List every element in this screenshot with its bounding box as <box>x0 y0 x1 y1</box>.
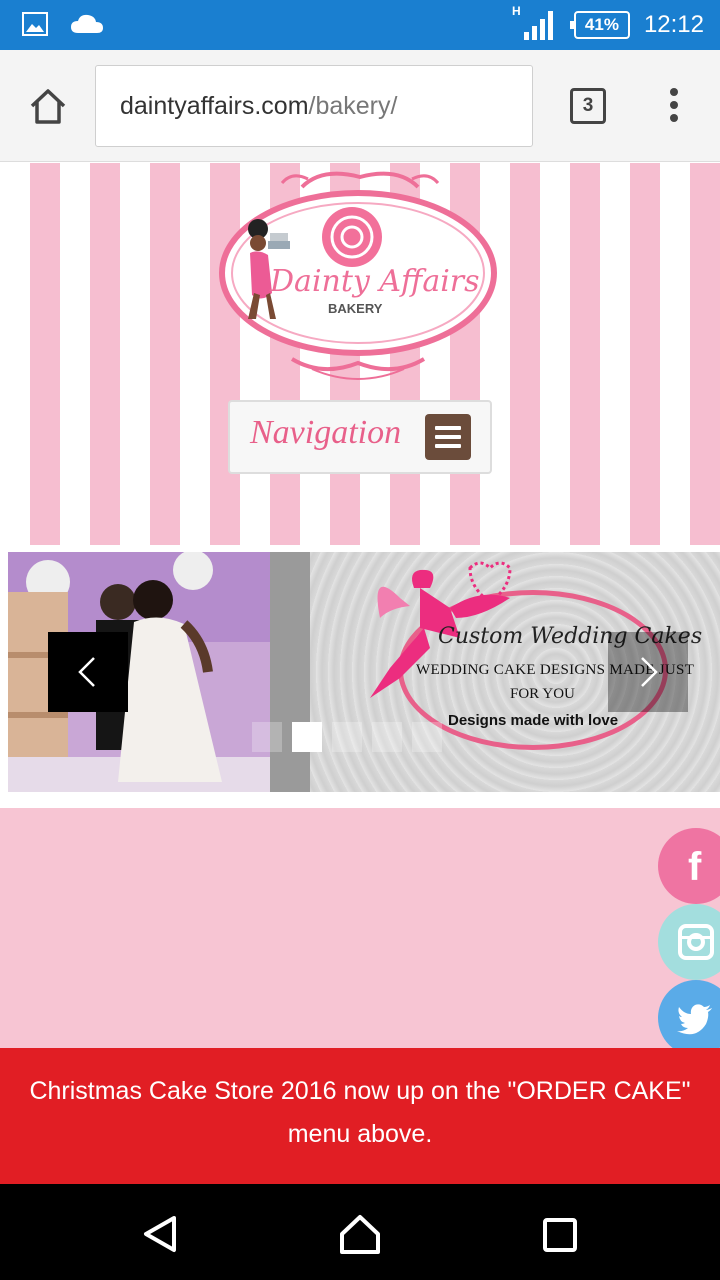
promo-line-2: FOR YOU <box>510 686 575 702</box>
chevron-left-icon <box>78 657 95 687</box>
logo-bakery-text: BAKERY <box>328 301 383 316</box>
site-header: Dainty Affairs BAKERY Navigation <box>0 163 720 545</box>
slider-next-button[interactable] <box>608 632 688 712</box>
address-bar[interactable]: daintyaffairs.com/bakery/ <box>95 65 533 147</box>
image-slider[interactable]: Custom Wedding Cakes WEDDING CAKE DESIGN… <box>8 552 720 792</box>
dainty-affairs-logo[interactable]: Dainty Affairs BAKERY <box>212 163 508 383</box>
signal-icon: H <box>512 4 560 42</box>
back-icon[interactable] <box>140 1214 180 1254</box>
chevron-right-icon <box>641 657 658 687</box>
battery-indicator: 41% <box>569 11 630 39</box>
home-system-icon[interactable] <box>338 1212 382 1256</box>
network-type-label: H <box>511 4 521 18</box>
slider-pagination <box>252 722 442 752</box>
slider-dot[interactable] <box>372 722 402 752</box>
cloud-notification-icon <box>71 14 103 33</box>
slider-dot[interactable] <box>252 722 282 752</box>
twitter-icon <box>677 1004 712 1035</box>
slide-divider <box>270 552 310 792</box>
slider-dot[interactable] <box>332 722 362 752</box>
navigation-label: Navigation <box>250 414 402 451</box>
status-bar: H 41% 12:12 <box>0 0 720 50</box>
announcement-banner: Christmas Cake Store 2016 now up on the … <box>0 1048 720 1184</box>
promo-line-3: Designs made with love <box>448 712 619 729</box>
logo-script-text: Dainty Affairs <box>269 264 480 299</box>
clock: 12:12 <box>643 11 704 38</box>
facebook-icon: f <box>688 845 702 888</box>
url-path: /bakery/ <box>308 92 398 120</box>
tab-switcher-button[interactable]: 3 <box>570 88 606 124</box>
navigation-toggle-button[interactable]: Navigation <box>228 400 492 474</box>
instagram-icon <box>678 924 714 960</box>
page: H 41% 12:12 daintyaffairs.com/bakery/ 3 <box>0 0 720 1280</box>
overflow-menu-icon[interactable] <box>668 88 680 124</box>
system-navigation-bar <box>0 1184 720 1280</box>
home-icon[interactable] <box>28 86 68 126</box>
browser-toolbar: daintyaffairs.com/bakery/ 3 <box>0 50 720 162</box>
recent-apps-icon[interactable] <box>542 1217 578 1253</box>
slider-prev-button[interactable] <box>48 632 128 712</box>
content-area <box>0 808 720 1048</box>
hamburger-menu-icon[interactable] <box>425 414 471 460</box>
url-domain: daintyaffairs.com <box>120 92 309 120</box>
gallery-notification-icon <box>22 12 48 36</box>
slider-dot-active[interactable] <box>292 722 322 752</box>
slider-dot[interactable] <box>412 722 442 752</box>
svg-text:f: f <box>688 845 702 888</box>
